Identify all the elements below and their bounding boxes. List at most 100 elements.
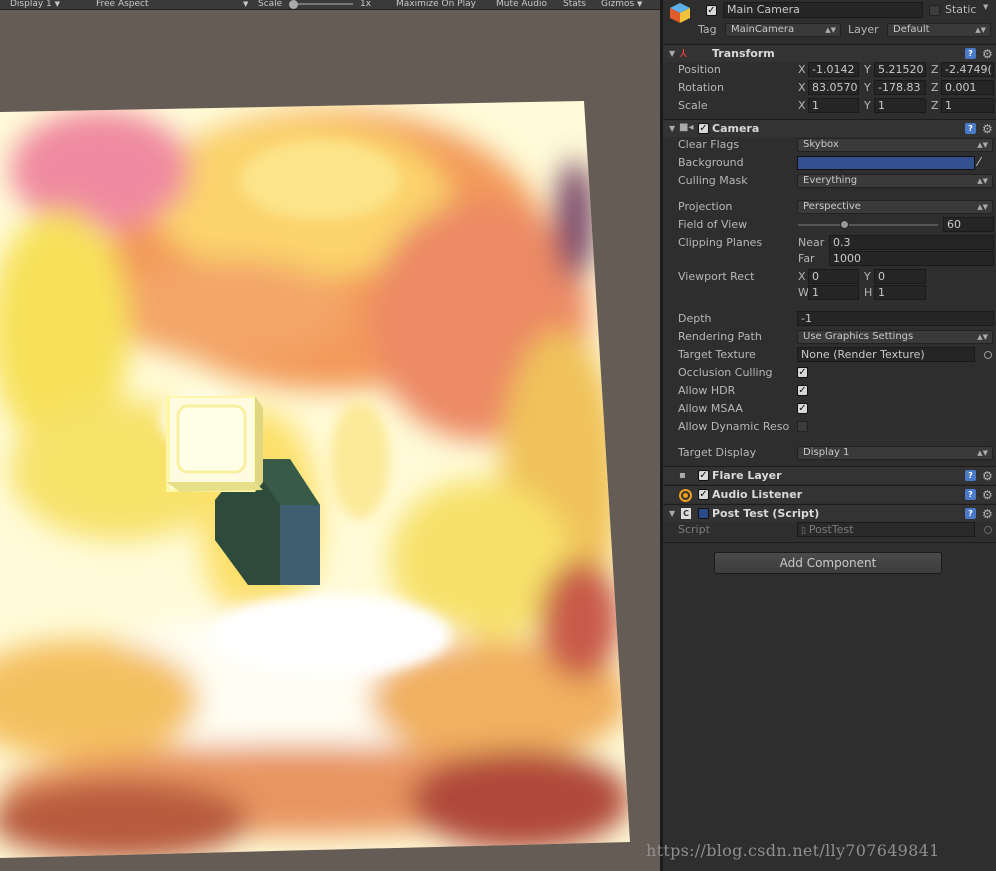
- far-label: Far: [798, 252, 815, 265]
- static-checkbox[interactable]: [929, 5, 940, 16]
- help-icon[interactable]: ?: [965, 508, 976, 519]
- display-label: Display 1: [10, 0, 52, 9]
- aspect-dropdown[interactable]: Free Aspect: [96, 0, 149, 10]
- allow-msaa-label: Allow MSAA: [678, 402, 743, 415]
- occlusion-culling-checkbox[interactable]: ✓: [797, 367, 808, 378]
- camera-icon: ■◂: [679, 122, 694, 133]
- viewport-rect-label: Viewport Rect: [678, 270, 755, 283]
- culling-mask-value: Everything: [803, 175, 858, 186]
- fov-slider-track[interactable]: [798, 224, 938, 226]
- chevron-down-icon[interactable]: ▼: [983, 3, 988, 11]
- object-picker-icon[interactable]: [984, 351, 992, 359]
- help-icon[interactable]: ?: [965, 123, 976, 134]
- rendering-path-dropdown[interactable]: Use Graphics Settings ▲▼: [797, 330, 993, 344]
- target-display-value: Display 1: [803, 447, 850, 458]
- scale-slider-track[interactable]: [289, 3, 353, 5]
- gizmos-dropdown[interactable]: Gizmos ▼: [601, 0, 642, 10]
- flare-layer-header[interactable]: ▪ ✓ Flare Layer ? ⚙: [663, 466, 996, 484]
- foldout-arrow-icon[interactable]: ▼: [669, 124, 675, 133]
- transform-header[interactable]: ▼ ⅄ Transform ? ⚙: [663, 44, 996, 62]
- flare-layer-icon: ▪: [679, 470, 686, 481]
- viewport-y-field[interactable]: 0: [874, 269, 926, 284]
- layer-dropdown[interactable]: Default ▲▼: [887, 23, 991, 37]
- viewport-w-field[interactable]: 1: [808, 285, 859, 300]
- axis-z-label: Z: [931, 81, 939, 94]
- post-test-enabled-checkbox[interactable]: [698, 508, 709, 519]
- culling-mask-dropdown[interactable]: Everything ▲▼: [797, 174, 993, 188]
- gear-icon[interactable]: ⚙: [982, 508, 993, 520]
- fov-label: Field of View: [678, 218, 748, 231]
- chevron-updown-icon: ▲▼: [825, 26, 836, 34]
- viewport-h-field[interactable]: 1: [874, 285, 926, 300]
- audio-listener-header[interactable]: ✓ Audio Listener ? ⚙: [663, 485, 996, 503]
- rotation-label: Rotation: [678, 81, 725, 94]
- tag-value: MainCamera: [731, 24, 795, 35]
- object-picker-icon: [984, 526, 992, 534]
- chevron-down-icon[interactable]: ▼: [243, 0, 248, 10]
- rotation-z-field[interactable]: 0.001: [941, 80, 994, 95]
- background-label: Background: [678, 156, 744, 169]
- scale-label: Scale: [678, 99, 708, 112]
- scale-z-field[interactable]: 1: [941, 98, 994, 113]
- clear-flags-dropdown[interactable]: Skybox ▲▼: [797, 138, 993, 152]
- scale-y-field[interactable]: 1: [874, 98, 926, 113]
- help-icon[interactable]: ?: [965, 470, 976, 481]
- position-x-field[interactable]: -1.0142: [808, 62, 859, 77]
- target-display-dropdown[interactable]: Display 1 ▲▼: [797, 446, 993, 460]
- gear-icon[interactable]: ⚙: [982, 489, 993, 501]
- script-icon: C: [680, 507, 692, 520]
- near-label: Near: [798, 236, 825, 249]
- projection-value: Perspective: [803, 201, 861, 212]
- help-icon[interactable]: ?: [965, 48, 976, 59]
- camera-header[interactable]: ▼ ■◂ ✓ Camera ? ⚙: [663, 119, 996, 137]
- projection-label: Projection: [678, 200, 733, 213]
- post-test-title: Post Test (Script): [712, 507, 820, 520]
- allow-msaa-checkbox[interactable]: ✓: [797, 403, 808, 414]
- far-field[interactable]: 1000: [829, 251, 994, 266]
- flare-layer-enabled-checkbox[interactable]: ✓: [698, 470, 709, 481]
- background-color-swatch[interactable]: [797, 156, 975, 170]
- gizmos-label: Gizmos: [601, 0, 635, 9]
- allow-dynamic-resolution-checkbox[interactable]: [797, 421, 808, 432]
- projection-dropdown[interactable]: Perspective ▲▼: [797, 200, 993, 214]
- depth-field[interactable]: -1: [797, 311, 994, 326]
- static-label: Static: [945, 3, 977, 16]
- game-view[interactable]: Display 1 ▼ Free Aspect ▼ Scale 1x Maxim…: [0, 0, 660, 871]
- maximize-on-play-toggle[interactable]: Maximize On Play: [396, 0, 476, 10]
- mute-audio-toggle[interactable]: Mute Audio: [496, 0, 547, 10]
- add-component-button[interactable]: Add Component: [714, 552, 942, 574]
- fov-field[interactable]: 60: [943, 217, 994, 232]
- allow-hdr-checkbox[interactable]: ✓: [797, 385, 808, 396]
- eyedropper-icon[interactable]: ⁄: [978, 155, 980, 169]
- flare-layer-title: Flare Layer: [712, 469, 782, 482]
- scale-x-field[interactable]: 1: [808, 98, 859, 113]
- near-field[interactable]: 0.3: [829, 235, 994, 250]
- active-checkbox[interactable]: ✓: [706, 5, 717, 16]
- target-texture-field[interactable]: None (Render Texture): [797, 347, 975, 362]
- tag-dropdown[interactable]: MainCamera ▲▼: [725, 23, 841, 37]
- object-name-field[interactable]: Main Camera: [723, 2, 923, 18]
- scale-slider-thumb[interactable]: [289, 0, 298, 9]
- audio-listener-enabled-checkbox[interactable]: ✓: [698, 489, 709, 500]
- position-y-field[interactable]: 5.21520: [874, 62, 926, 77]
- chevron-updown-icon: ▲▼: [977, 141, 988, 149]
- foldout-arrow-icon[interactable]: ▼: [669, 49, 675, 58]
- gear-icon[interactable]: ⚙: [982, 48, 993, 60]
- stats-toggle[interactable]: Stats: [563, 0, 586, 10]
- viewport-x-field[interactable]: 0: [808, 269, 859, 284]
- fov-slider-thumb[interactable]: [840, 220, 849, 229]
- script-label: Script: [678, 523, 710, 536]
- rotation-y-field[interactable]: -178.83: [874, 80, 926, 95]
- gear-icon[interactable]: ⚙: [982, 470, 993, 482]
- foldout-arrow-icon[interactable]: ▼: [669, 509, 675, 518]
- post-test-header[interactable]: ▼ C Post Test (Script) ? ⚙: [663, 504, 996, 522]
- help-icon[interactable]: ?: [965, 489, 976, 500]
- camera-enabled-checkbox[interactable]: ✓: [698, 123, 709, 134]
- chevron-updown-icon: ▲▼: [977, 177, 988, 185]
- rotation-x-field[interactable]: 83.0570: [808, 80, 859, 95]
- position-z-field[interactable]: -2.4749(: [941, 62, 994, 77]
- game-view-toolbar: Display 1 ▼ Free Aspect ▼ Scale 1x Maxim…: [0, 0, 660, 10]
- gear-icon[interactable]: ⚙: [982, 123, 993, 135]
- chevron-updown-icon: ▲▼: [977, 449, 988, 457]
- display-dropdown[interactable]: Display 1 ▼: [10, 0, 60, 10]
